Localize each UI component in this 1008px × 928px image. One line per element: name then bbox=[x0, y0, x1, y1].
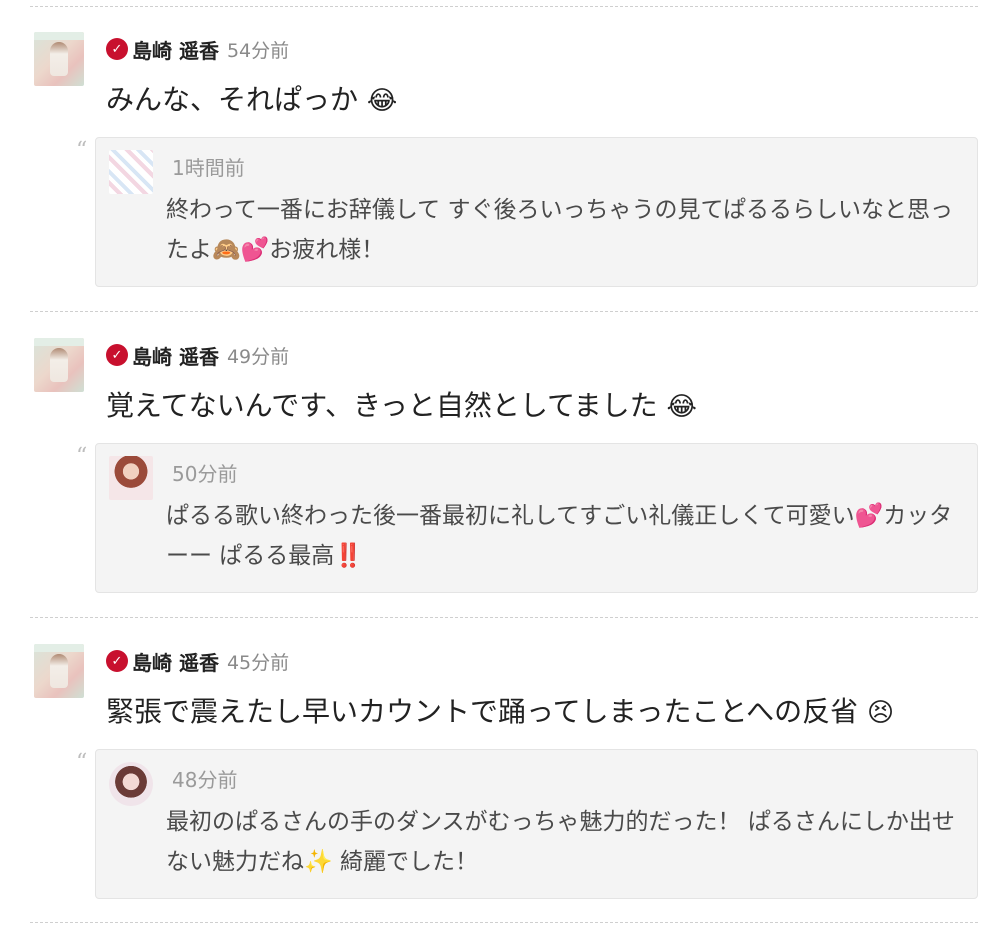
post-message: 緊張で震えたし早いカウントで踊ってしまったことへの反省 😣 bbox=[106, 690, 894, 730]
author-name[interactable]: 島崎 遥香 bbox=[132, 35, 219, 64]
reply-avatar[interactable] bbox=[109, 456, 153, 500]
reply-card: 1時間前 終わって一番にお辞儀して すぐ後ろいっちゃうの見てぱるるらしいなと思っ… bbox=[95, 137, 978, 287]
author-name[interactable]: 島崎 遥香 bbox=[132, 647, 219, 676]
tears-of-joy-icon: 😂 bbox=[366, 86, 398, 116]
post-time[interactable]: 45分前 bbox=[227, 648, 289, 675]
reply-avatar[interactable] bbox=[109, 762, 153, 806]
quote-icon: “ bbox=[76, 138, 88, 163]
post-message: みんな、それぱっか 😂 bbox=[106, 78, 397, 118]
reply-avatar[interactable] bbox=[109, 150, 153, 194]
post-time[interactable]: 54分前 bbox=[227, 36, 289, 63]
separator bbox=[30, 922, 978, 923]
post-message-text: 覚えてないんです、きっと自然としてました bbox=[106, 389, 658, 422]
post-header: ✓ 島崎 遥香 49分前 bbox=[106, 341, 289, 370]
reply-text: 最初のぱるさんの手のダンスがむっちゃ魅力的だった！ ぱるさんにしか出せない魅力だ… bbox=[166, 809, 955, 875]
author-name[interactable]: 島崎 遥香 bbox=[132, 341, 219, 370]
quote-icon: “ bbox=[76, 750, 88, 775]
reply-time[interactable]: 50分前 bbox=[172, 458, 237, 487]
post-message: 覚えてないんです、きっと自然としてました 😂 bbox=[106, 384, 697, 424]
reply-time[interactable]: 1時間前 bbox=[172, 152, 245, 181]
check-badge-icon: ✓ bbox=[106, 38, 128, 60]
persevering-face-icon: 😣 bbox=[867, 698, 895, 728]
post-header: ✓ 島崎 遥香 45分前 bbox=[106, 647, 289, 676]
separator bbox=[30, 617, 978, 618]
reply-card: 50分前 ぱるる歌い終わった後一番最初に礼してすごい礼儀正しくて可愛い💕カッター… bbox=[95, 443, 978, 593]
check-badge-icon: ✓ bbox=[106, 650, 128, 672]
separator bbox=[30, 311, 978, 312]
post-header: ✓ 島崎 遥香 54分前 bbox=[106, 35, 289, 64]
post-message-text: 緊張で震えたし早いカウントで踊ってしまったことへの反省 bbox=[106, 695, 859, 728]
author-avatar[interactable] bbox=[34, 32, 84, 86]
reply-time[interactable]: 48分前 bbox=[172, 764, 237, 793]
reply-text: ぱるる歌い終わった後一番最初に礼してすごい礼儀正しくて可愛い💕カッターー ぱるる… bbox=[166, 503, 953, 569]
author-avatar[interactable] bbox=[34, 644, 84, 698]
post-time[interactable]: 49分前 bbox=[227, 342, 289, 369]
post-message-text: みんな、それぱっか bbox=[106, 83, 359, 116]
reply-text: 終わって一番にお辞儀して すぐ後ろいっちゃうの見てぱるるらしいなと思ったよ🙈💕お… bbox=[166, 197, 954, 263]
reply-card: 48分前 最初のぱるさんの手のダンスがむっちゃ魅力的だった！ ぱるさんにしか出せ… bbox=[95, 749, 978, 899]
author-avatar[interactable] bbox=[34, 338, 84, 392]
separator bbox=[30, 6, 978, 7]
quote-icon: “ bbox=[76, 444, 88, 469]
check-badge-icon: ✓ bbox=[106, 344, 128, 366]
tears-of-joy-icon: 😂 bbox=[666, 392, 697, 422]
